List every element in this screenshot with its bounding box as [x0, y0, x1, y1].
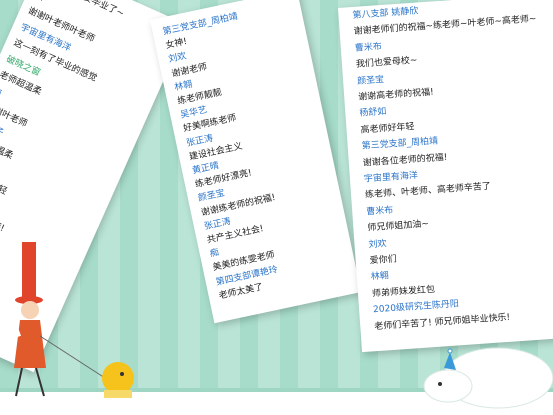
- polar-bear-illustration: [423, 347, 553, 409]
- message-text: 叶老师好年轻: [0, 166, 9, 198]
- message-author: 杨舒如: [359, 107, 387, 120]
- message-text: 谨遵叶老师教诲!: [0, 198, 6, 235]
- message-author: 痴: [209, 248, 220, 260]
- message-text: 叶老师温柔: [0, 134, 15, 162]
- message-author: 第八支部 姚静欣: [352, 6, 419, 21]
- character-illustration: [6, 242, 134, 398]
- message-author: 曹米布: [354, 41, 383, 54]
- message-text: 练老师、叶老师、高老师辛苦了: [364, 182, 492, 201]
- message-text: 高老师好年轻: [360, 121, 415, 136]
- message-author: 刘欢: [167, 51, 188, 66]
- message-card-right: 第八支部 姚静欣 谢谢老师们的祝福~练老师~叶老师~高老师~ 曹米布 我们也爱母校~ 颜…: [338, 0, 553, 353]
- message-text: 我们也爱母校~: [355, 55, 418, 71]
- message-text: 师弟师妹发红包: [371, 284, 436, 300]
- message-author: 2020级研究生陈丹阳: [372, 299, 460, 316]
- message-author: 权: [33, 0, 45, 4]
- message-text: 爱你们: [369, 254, 398, 267]
- message-text: 师兄师姐加油~: [367, 219, 430, 234]
- message-author: 曹米布: [365, 205, 394, 218]
- message-text: 谢谢高老师的祝福!: [357, 87, 435, 103]
- message-text: 谢谢叶老师: [0, 102, 29, 130]
- message-author: 林翱: [370, 271, 390, 283]
- message-author: 宇宙里有海洋: [363, 170, 419, 185]
- message-author: 第三党支部_周柏靖: [161, 11, 239, 38]
- message-author: 痴: [0, 86, 3, 99]
- message-text: 女神!: [164, 37, 189, 52]
- message-author: 刘欢: [368, 238, 387, 251]
- message-author: 第三党支部_周柏靖: [361, 136, 439, 152]
- message-text: 谢谢各位老师的祝福!: [362, 152, 448, 169]
- message-author: 颜圣宝: [356, 74, 385, 87]
- message-author: 林翱: [173, 79, 194, 94]
